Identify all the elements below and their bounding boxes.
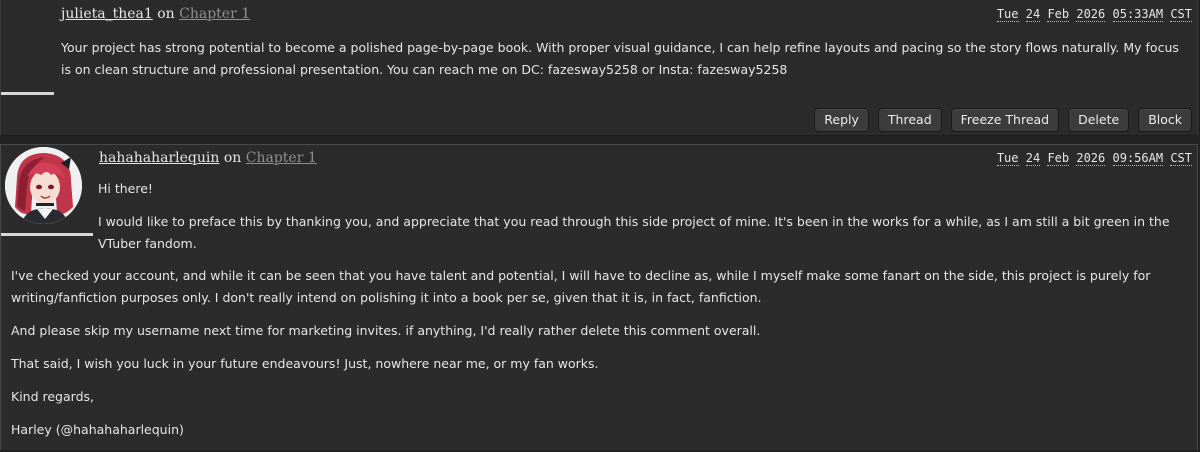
block-button[interactable]: Block: [1138, 108, 1192, 132]
datetime-date: 24: [1025, 7, 1041, 22]
comment-author-link[interactable]: hahahaharlequin: [99, 150, 219, 166]
comment-paragraph: Your project has strong potential to bec…: [61, 40, 1179, 77]
delete-button[interactable]: Delete: [1068, 108, 1130, 132]
datetime-time: 05:33AM: [1112, 7, 1164, 22]
user-avatar-icon[interactable]: [5, 147, 82, 224]
comment-paragraph: And please skip my username next time fo…: [11, 323, 761, 338]
comment-paragraph: Hi there!: [98, 181, 153, 196]
comment-body: Your project has strong potential to bec…: [61, 37, 1191, 92]
datetime-year: 2026: [1076, 7, 1106, 22]
reply-button[interactable]: Reply: [814, 108, 869, 132]
datetime-month: Feb: [1047, 7, 1070, 22]
chapter-link[interactable]: Chapter 1: [246, 150, 317, 166]
comment-paragraph: I would like to preface this by thanking…: [98, 214, 1170, 251]
comment-datetime: Tue 24 Feb 2026 05:33AM CST: [996, 7, 1192, 22]
comment-author-link[interactable]: julieta_thea1: [61, 6, 153, 22]
datetime-timezone: CST: [1170, 7, 1192, 22]
thread-indent-line: [1, 92, 54, 95]
comment-paragraph: I've checked your account, and while it …: [11, 268, 1151, 305]
datetime-day: Tue: [996, 151, 1019, 166]
datetime-timezone: CST: [1170, 151, 1192, 166]
datetime-day: Tue: [996, 7, 1019, 22]
datetime-month: Feb: [1047, 151, 1070, 166]
on-label: on: [223, 150, 242, 166]
datetime-date: 24: [1025, 151, 1041, 166]
freeze-thread-button[interactable]: Freeze Thread: [950, 108, 1060, 132]
comment-body: I've checked your account, and while it …: [11, 265, 1191, 452]
thread-button[interactable]: Thread: [877, 108, 942, 132]
comment-paragraph: That said, I wish you luck in your futur…: [11, 356, 599, 371]
on-label: on: [157, 6, 175, 22]
comment-julieta: julieta_thea1 on Chapter 1 Tue 24 Feb 20…: [0, 0, 1198, 136]
chapter-link[interactable]: Chapter 1: [179, 6, 250, 22]
comment-byline: hahahaharlequin on Chapter 1: [99, 150, 317, 166]
thread-indent-line: [1, 233, 93, 236]
comment-actions: Reply Thread Freeze Thread Delete Block: [814, 108, 1192, 132]
comment-hahahaharlequin: hahahaharlequin on Chapter 1 Tue 24 Feb …: [0, 144, 1198, 450]
comment-byline: julieta_thea1 on Chapter 1: [61, 6, 250, 22]
comment-datetime: Tue 24 Feb 2026 09:56AM CST: [996, 151, 1192, 166]
comment-paragraph: Kind regards,: [11, 389, 94, 404]
comment-body-intro: Hi there! I would like to preface this b…: [98, 178, 1188, 266]
datetime-time: 09:56AM: [1112, 151, 1164, 166]
comment-paragraph: Harley (@hahahaharlequin): [11, 422, 184, 437]
datetime-year: 2026: [1076, 151, 1106, 166]
